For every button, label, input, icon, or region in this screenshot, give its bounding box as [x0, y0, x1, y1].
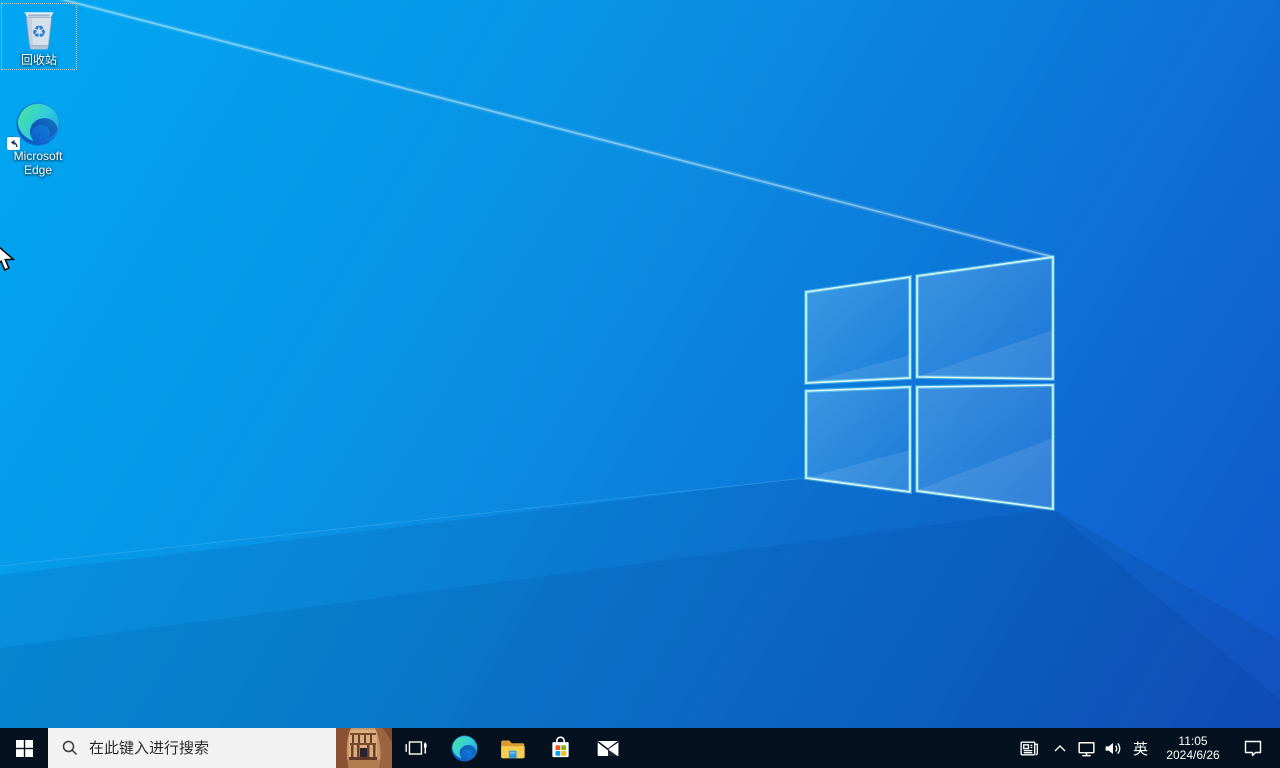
clock-time: 11:05	[1178, 734, 1208, 748]
chevron-up-icon	[1054, 744, 1066, 751]
show-hidden-icons-button[interactable]	[1047, 728, 1073, 768]
edge-desktop-icon	[1, 100, 75, 150]
volume-tray-button[interactable]	[1100, 728, 1127, 768]
task-view-icon	[405, 741, 427, 755]
wallpaper-windows-logo	[804, 254, 1055, 512]
microsoft-store-icon	[551, 735, 569, 757]
volume-icon	[1105, 742, 1121, 754]
wallpaper	[0, 0, 1280, 768]
edge-desktop-label: Microsoft Edge	[13, 149, 63, 178]
search-input[interactable]	[87, 738, 336, 758]
wired-network-icon	[1078, 741, 1095, 756]
edge-taskbar-button[interactable]	[440, 728, 488, 768]
mail-icon	[597, 740, 619, 757]
search-highlight-petra-image[interactable]	[336, 728, 392, 768]
windows-logo-icon	[15, 739, 33, 757]
edge-icon	[450, 734, 479, 763]
ime-language-indicator[interactable]: 英	[1127, 728, 1154, 768]
clock-date: 2024/6/26	[1166, 748, 1220, 762]
shortcut-arrow-icon	[7, 137, 20, 150]
task-view-button[interactable]	[392, 728, 440, 768]
microsoft-store-button[interactable]	[536, 728, 584, 768]
action-center-button[interactable]	[1232, 728, 1274, 768]
search-icon	[61, 739, 79, 757]
desktop-icon-recycle-bin[interactable]: ♻ 回收站	[1, 3, 77, 71]
action-center-icon	[1244, 740, 1262, 757]
file-explorer-icon	[500, 740, 525, 758]
taskbar-clock[interactable]: 11:05 2024/6/26	[1154, 728, 1232, 768]
file-explorer-button[interactable]	[488, 728, 536, 768]
taskbar-empty-area	[632, 728, 1011, 768]
mail-button[interactable]	[584, 728, 632, 768]
start-button[interactable]	[0, 728, 48, 768]
taskbar-search-box[interactable]	[48, 728, 392, 768]
system-tray: 英 11:05 2024/6/26	[1011, 728, 1280, 768]
network-tray-button[interactable]	[1073, 728, 1100, 768]
svg-text:♻: ♻	[32, 21, 47, 41]
news-icon	[1019, 741, 1038, 755]
desktop-icon-microsoft-edge[interactable]: Microsoft Edge	[1, 98, 75, 180]
recycle-bin-label: 回收站	[20, 53, 57, 67]
news-tray-button[interactable]	[1011, 728, 1047, 768]
taskbar: 英 11:05 2024/6/26	[0, 728, 1280, 768]
recycle-bin-icon: ♻	[2, 6, 76, 52]
